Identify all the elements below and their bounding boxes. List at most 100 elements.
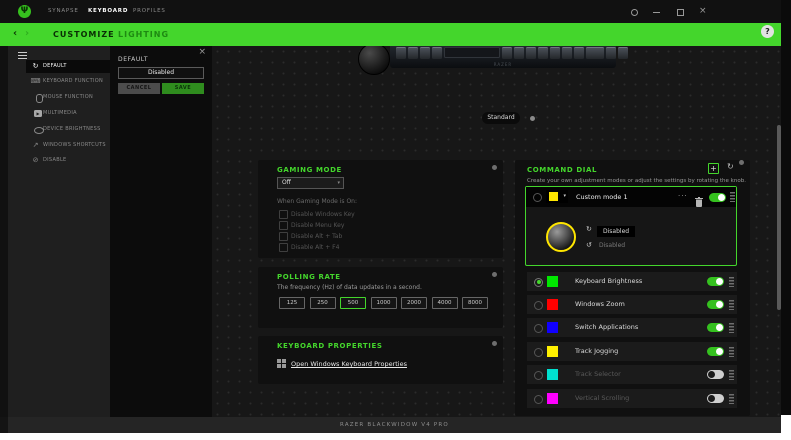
minimize-icon[interactable]	[653, 12, 660, 13]
rate-button-1000[interactable]: 1000	[370, 297, 397, 309]
more-options-icon[interactable]: ···	[678, 187, 688, 205]
rate-button-2000[interactable]: 2000	[401, 297, 427, 309]
mode-toggle[interactable]	[707, 323, 724, 332]
checkbox[interactable]	[279, 210, 288, 219]
drag-handle[interactable]	[729, 322, 734, 333]
gaming-mode-select[interactable]: Off ▾	[277, 177, 344, 189]
maximize-icon[interactable]	[677, 9, 684, 16]
gaming-mode-value: Off	[282, 179, 291, 186]
cancel-button[interactable]: CANCEL	[118, 83, 160, 94]
add-mode-button[interactable]: +	[708, 163, 719, 174]
rate-button-4000[interactable]: 4000	[431, 297, 458, 309]
sidebar-item-disable[interactable]: ⊘ DISABLE	[26, 154, 110, 167]
dial-mode-track-jogging[interactable]: Track Jogging	[527, 342, 737, 361]
mode-radio[interactable]	[534, 300, 543, 310]
mode-toggle[interactable]	[707, 300, 724, 309]
desktop-background	[781, 0, 791, 415]
when-on-label: When Gaming Mode is On:	[277, 198, 357, 205]
mouse-icon	[30, 91, 43, 104]
drag-handle[interactable]	[729, 299, 734, 310]
dial-mode-switch-applications[interactable]: Switch Applications	[527, 318, 737, 337]
sidebar-item-default[interactable]: ↻ DEFAULT	[26, 60, 110, 73]
custom-mode-card[interactable]: ▾ Custom mode 1 ··· ↻ Disabled ↺ Disable…	[525, 186, 737, 266]
keyboard-keys	[396, 47, 628, 59]
info-icon[interactable]	[492, 272, 497, 277]
mode-toggle[interactable]	[707, 394, 724, 403]
mode-radio[interactable]	[534, 394, 543, 404]
mode-radio[interactable]	[534, 370, 543, 380]
drag-handle[interactable]	[729, 369, 734, 380]
sidebar-item-keyboard-function[interactable]: ⌨ KEYBOARD FUNCTION	[26, 75, 110, 88]
sidebar-item-multimedia[interactable]: ▶ MULTIMEDIA	[26, 107, 110, 120]
mode-radio[interactable]	[534, 323, 543, 333]
checkbox[interactable]	[279, 221, 288, 230]
help-icon[interactable]: ?	[761, 25, 774, 38]
open-keyboard-properties-link[interactable]: Open Windows Keyboard Properties	[291, 360, 407, 368]
dial-mode-windows-zoom[interactable]: Windows Zoom	[527, 295, 737, 314]
menu-icon[interactable]	[18, 52, 27, 59]
color-swatch	[547, 346, 558, 357]
mode-name: Keyboard Brightness	[575, 277, 643, 285]
reset-icon[interactable]: ↻	[727, 162, 734, 171]
assignment-value-field[interactable]: Disabled	[118, 67, 204, 79]
sidebar-item-device-brightness[interactable]: DEVICE BRIGHTNESS	[26, 123, 110, 136]
sidebar-item-windows-shortcuts[interactable]: ↗ WINDOWS SHORTCUTS	[26, 139, 110, 152]
clockwise-assignment[interactable]: Disabled	[597, 226, 636, 237]
polling-rate-panel: POLLING RATE The frequency (Hz) of data …	[258, 267, 503, 328]
drag-handle[interactable]	[729, 276, 734, 287]
dial-mode-vertical-scrolling[interactable]: Vertical Scrolling	[527, 389, 737, 408]
mode-toggle[interactable]	[707, 277, 724, 286]
dial-knob-preview[interactable]	[546, 222, 576, 252]
keyboard-icon: ⌨	[30, 77, 41, 85]
scrollbar-thumb[interactable]	[777, 125, 781, 310]
tab-customize[interactable]: CUSTOMIZE	[53, 30, 115, 39]
mode-radio[interactable]	[534, 347, 543, 357]
carousel-dot[interactable]	[530, 116, 535, 121]
rotate-clockwise-icon: ↻	[586, 225, 592, 233]
mode-toggle[interactable]	[707, 370, 724, 379]
save-button[interactable]: SAVE	[162, 83, 204, 94]
checkbox[interactable]	[279, 232, 288, 241]
drag-handle[interactable]	[729, 346, 734, 357]
rate-button-125[interactable]: 125	[279, 297, 305, 309]
mode-toggle[interactable]	[709, 192, 726, 202]
gaming-mode-title: GAMING MODE	[277, 166, 342, 174]
dial-mode-keyboard-brightness[interactable]: Keyboard Brightness	[527, 272, 737, 291]
mode-radio[interactable]	[533, 193, 542, 202]
trash-icon[interactable]	[695, 192, 703, 211]
option-label: Disable Alt + F4	[291, 244, 340, 251]
dial-mode-track-selector[interactable]: Track Selector	[527, 365, 737, 384]
mode-toggle[interactable]	[707, 347, 724, 356]
counterclockwise-assignment[interactable]: Disabled	[599, 242, 625, 249]
rate-button-250[interactable]: 250	[309, 297, 336, 309]
sidebar-item-mouse-function[interactable]: MOUSE FUNCTION	[26, 91, 110, 104]
rate-button-8000[interactable]: 8000	[462, 297, 488, 309]
sidebar-item-label: MULTIMEDIA	[43, 110, 77, 116]
rate-button-500[interactable]: 500	[340, 297, 366, 309]
mode-radio[interactable]	[534, 277, 543, 287]
command-dial-title: COMMAND DIAL	[527, 166, 598, 174]
tab-lighting[interactable]: LIGHTING	[118, 30, 169, 39]
keyboard-preview[interactable]: RAZER	[390, 46, 628, 68]
color-picker[interactable]: ▾	[546, 190, 568, 203]
tab-keyboard[interactable]: KEYBOARD	[88, 8, 128, 14]
info-icon[interactable]	[739, 160, 744, 165]
forward-arrow-icon[interactable]: ›	[25, 28, 29, 40]
settings-icon[interactable]	[631, 9, 638, 16]
sidebar-item-label: KEYBOARD FUNCTION	[43, 78, 104, 84]
drag-handle[interactable]	[729, 393, 734, 404]
device-footer: RAZER BLACKWIDOW V4 PRO	[8, 417, 781, 433]
close-panel-icon[interactable]: ×	[198, 47, 206, 57]
keyboard-dial-preview[interactable]	[358, 46, 390, 75]
layout-badge[interactable]: Standard	[482, 112, 520, 124]
info-icon[interactable]	[492, 341, 497, 346]
drag-handle[interactable]	[730, 192, 735, 202]
default-icon: ↻	[32, 62, 39, 70]
tab-profiles[interactable]: PROFILES	[133, 8, 166, 14]
tab-synapse[interactable]: SYNAPSE	[48, 8, 79, 14]
info-icon[interactable]	[492, 165, 497, 170]
close-icon[interactable]: ×	[699, 6, 707, 16]
back-arrow-icon[interactable]: ‹	[13, 28, 17, 40]
razer-logo-icon[interactable]: Ψ	[18, 5, 31, 18]
checkbox[interactable]	[279, 243, 288, 252]
